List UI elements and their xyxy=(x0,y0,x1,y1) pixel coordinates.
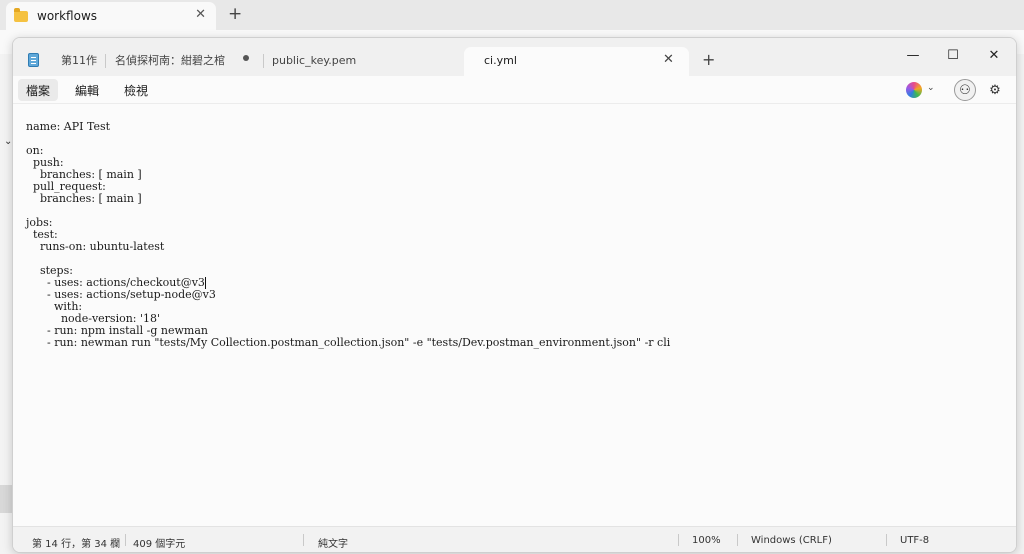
status-divider xyxy=(303,534,304,546)
minimize-button[interactable]: — xyxy=(893,42,933,68)
tab-divider xyxy=(105,54,106,68)
settings-gear-icon[interactable]: ⚙ xyxy=(984,79,1006,101)
explorer-tab-workflows[interactable]: workflows ✕ xyxy=(6,2,216,30)
copilot-icon[interactable] xyxy=(906,82,922,98)
tab-label: ci.yml xyxy=(484,54,517,67)
tab-ci-yml[interactable]: ci.yml ✕ xyxy=(464,47,689,76)
menu-edit[interactable]: 編輯 xyxy=(67,79,107,101)
status-divider xyxy=(678,534,679,546)
tab-label: 第11作 xyxy=(61,54,97,67)
tab-divider xyxy=(263,54,264,68)
tab-label: public_key.pem xyxy=(272,53,357,67)
editor-content[interactable]: name: API Test on: push: branches: [ mai… xyxy=(26,121,1016,349)
unsaved-dot-icon[interactable] xyxy=(243,55,249,61)
tab-3[interactable]: public_key.pem xyxy=(272,49,356,71)
menu-bar: 檔案 編輯 檢視 ⌄ ⚇ ⚙ xyxy=(13,76,1016,104)
close-window-button[interactable]: ✕ xyxy=(974,42,1014,68)
close-tab-icon[interactable]: ✕ xyxy=(195,7,206,22)
title-bar: 第11作 名偵探柯南：紺碧之棺 public_key.pem ci.yml ✕ … xyxy=(13,38,1016,76)
tab-2[interactable]: 名偵探柯南：紺碧之棺 xyxy=(115,49,225,71)
text-editor[interactable]: name: API Test on: push: branches: [ mai… xyxy=(13,105,1016,525)
explorer-new-tab-button[interactable]: + xyxy=(228,4,242,24)
explorer-scrollbar[interactable] xyxy=(0,485,12,513)
maximize-button[interactable]: ☐ xyxy=(933,42,973,68)
chevron-down-icon[interactable]: ⌄ xyxy=(927,83,935,93)
encoding[interactable]: UTF-8 xyxy=(900,535,929,546)
tab-label: 名偵探柯南：紺碧之棺 xyxy=(115,54,225,67)
cursor-position: 第 14 行，第 34 欄 xyxy=(32,539,121,550)
line-ending[interactable]: Windows (CRLF) xyxy=(751,535,832,546)
account-icon[interactable]: ⚇ xyxy=(954,79,976,101)
folder-icon xyxy=(14,7,28,22)
code-before-cursor: name: API Test on: push: branches: [ mai… xyxy=(26,120,205,289)
zoom-level[interactable]: 100% xyxy=(692,535,721,546)
explorer-tab-title: workflows xyxy=(37,9,98,23)
status-divider xyxy=(125,534,126,546)
notepad-app-icon xyxy=(28,53,39,67)
status-bar: 第 14 行，第 34 欄 409 個字元 純文字 100% Windows (… xyxy=(13,526,1016,552)
explorer-tab-bar: workflows ✕ + xyxy=(0,0,1024,30)
status-divider xyxy=(737,534,738,546)
character-count: 409 個字元 xyxy=(133,539,186,550)
notepad-window: 第11作 名偵探柯南：紺碧之棺 public_key.pem ci.yml ✕ … xyxy=(12,37,1017,553)
tab-1[interactable]: 第11作 xyxy=(61,49,97,71)
code-after-cursor: - uses: actions/setup-node@v3 with: node… xyxy=(46,288,671,349)
status-divider xyxy=(886,534,887,546)
text-format[interactable]: 純文字 xyxy=(318,535,348,550)
menu-view[interactable]: 檢視 xyxy=(116,79,156,101)
new-tab-button[interactable]: + xyxy=(702,50,715,69)
close-tab-icon[interactable]: ✕ xyxy=(663,52,674,67)
menu-file[interactable]: 檔案 xyxy=(18,79,59,101)
